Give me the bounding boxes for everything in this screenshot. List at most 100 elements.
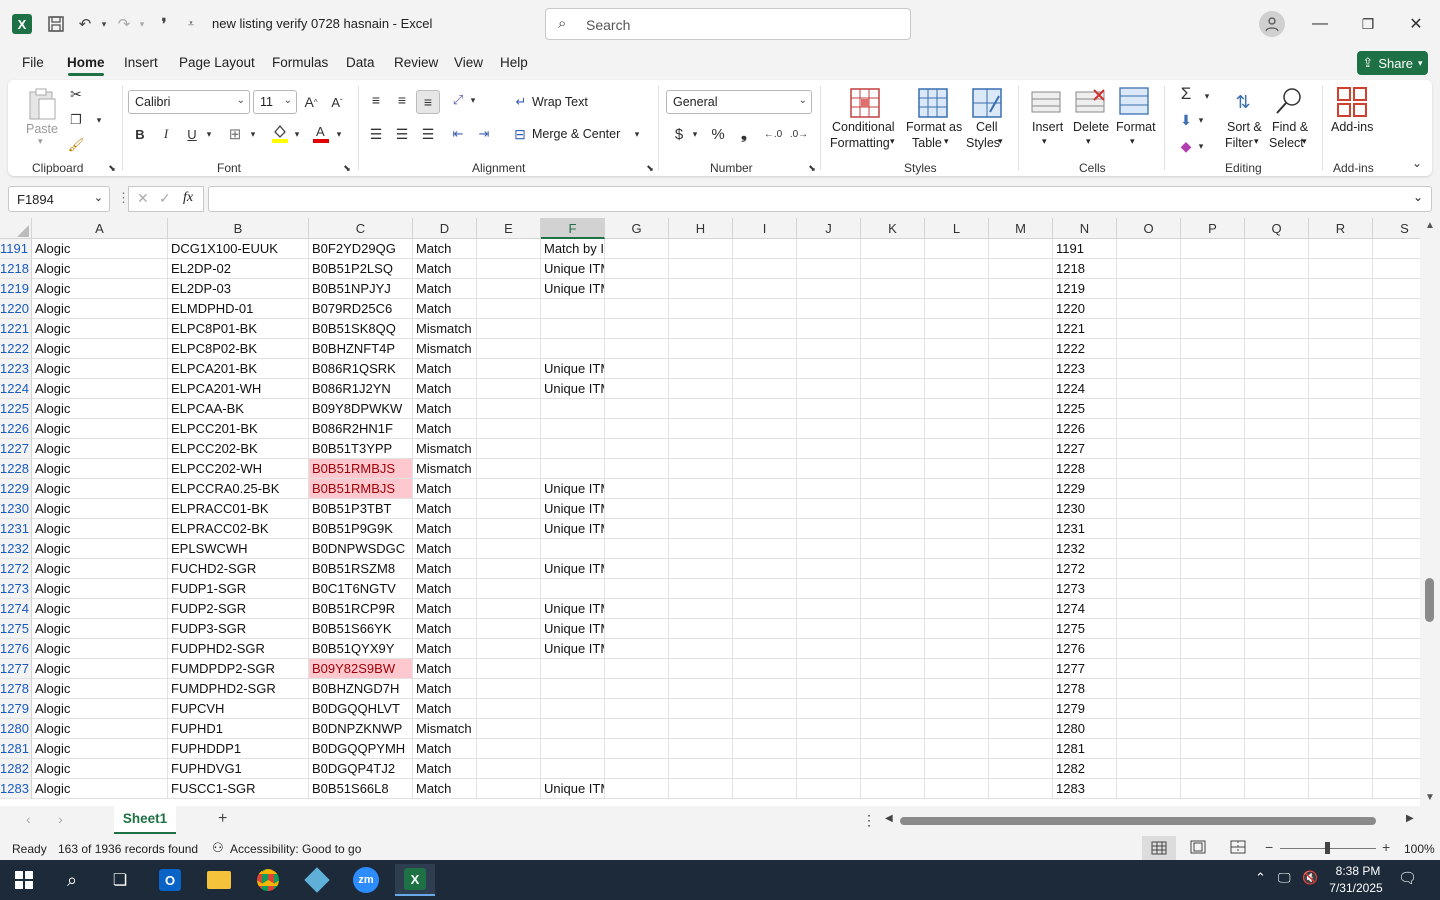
cell-j[interactable] bbox=[797, 519, 861, 539]
accessibility-icon[interactable]: ⚇ bbox=[212, 840, 224, 856]
cell-styles-icon[interactable] bbox=[970, 86, 1004, 120]
enter-icon[interactable]: ✓ bbox=[159, 190, 171, 207]
cell-o[interactable] bbox=[1117, 579, 1181, 599]
cell-n[interactable]: 1232 bbox=[1053, 539, 1117, 559]
cell-g[interactable] bbox=[605, 379, 669, 399]
cell-s[interactable] bbox=[1373, 359, 1420, 379]
cell-f[interactable] bbox=[541, 719, 605, 739]
cell-d[interactable]: Match bbox=[413, 639, 477, 659]
cell-a[interactable]: Alogic bbox=[32, 419, 168, 439]
task-view-icon[interactable]: ❏ bbox=[100, 864, 140, 896]
cell-h[interactable] bbox=[669, 319, 733, 339]
cell-q[interactable] bbox=[1245, 479, 1309, 499]
cell-a[interactable]: Alogic bbox=[32, 259, 168, 279]
cell-j[interactable] bbox=[797, 759, 861, 779]
cell-s[interactable] bbox=[1373, 419, 1420, 439]
cell-h[interactable] bbox=[669, 779, 733, 799]
chevron-down-icon[interactable]: ▾ bbox=[1254, 136, 1259, 147]
cell-a[interactable]: Alogic bbox=[32, 439, 168, 459]
cell-k[interactable] bbox=[861, 599, 925, 619]
cell-m[interactable] bbox=[989, 559, 1053, 579]
cell-d[interactable]: Match bbox=[413, 479, 477, 499]
cell-f[interactable] bbox=[541, 299, 605, 319]
row-header[interactable]: 1281 bbox=[0, 739, 32, 759]
cell-s[interactable] bbox=[1373, 499, 1420, 519]
cell-c[interactable]: B0DGQQHLVT bbox=[309, 699, 413, 719]
column-header-f[interactable]: F bbox=[541, 218, 605, 239]
cell-o[interactable] bbox=[1117, 639, 1181, 659]
delete-cells-icon[interactable] bbox=[1074, 86, 1106, 118]
cell-n[interactable]: 1223 bbox=[1053, 359, 1117, 379]
cell-r[interactable] bbox=[1309, 459, 1373, 479]
cell-i[interactable] bbox=[733, 419, 797, 439]
cell-b[interactable]: ELPCA201-WH bbox=[168, 379, 309, 399]
cell-r[interactable] bbox=[1309, 719, 1373, 739]
cell-c[interactable]: B0B51NPJYJ bbox=[309, 279, 413, 299]
cell-i[interactable] bbox=[733, 439, 797, 459]
column-header-b[interactable]: B bbox=[168, 218, 309, 239]
row-header[interactable]: 1225 bbox=[0, 399, 32, 419]
font-name-select[interactable]: Calibri ⌄ bbox=[128, 90, 250, 114]
cell-m[interactable] bbox=[989, 739, 1053, 759]
cell-c[interactable]: B0BHZNFT4P bbox=[309, 339, 413, 359]
cell-o[interactable] bbox=[1117, 279, 1181, 299]
cell-i[interactable] bbox=[733, 459, 797, 479]
cell-a[interactable]: Alogic bbox=[32, 679, 168, 699]
cell-f[interactable]: Unique ITM bbox=[541, 619, 605, 639]
row-header[interactable]: 1222 bbox=[0, 339, 32, 359]
cell-j[interactable] bbox=[797, 339, 861, 359]
cell-f[interactable]: Unique ITM bbox=[541, 559, 605, 579]
cell-g[interactable] bbox=[605, 519, 669, 539]
cell-a[interactable]: Alogic bbox=[32, 339, 168, 359]
cell-j[interactable] bbox=[797, 439, 861, 459]
cell-r[interactable] bbox=[1309, 619, 1373, 639]
horizontal-scroll-thumb[interactable] bbox=[900, 817, 1376, 825]
column-header-q[interactable]: Q bbox=[1245, 218, 1309, 239]
next-sheet-icon[interactable]: › bbox=[58, 811, 63, 827]
cell-b[interactable]: ELPC8P01-BK bbox=[168, 319, 309, 339]
cell-f[interactable]: Unique ITM bbox=[541, 379, 605, 399]
cell-n[interactable]: 1227 bbox=[1053, 439, 1117, 459]
row-header[interactable]: 1283 bbox=[0, 779, 32, 799]
cell-c[interactable]: B086R2HN1F bbox=[309, 419, 413, 439]
chevron-down-icon[interactable]: ▾ bbox=[998, 136, 1003, 147]
cell-f[interactable]: Unique ITM bbox=[541, 259, 605, 279]
currency-icon[interactable]: $ bbox=[670, 124, 688, 144]
row-header[interactable]: 1218 bbox=[0, 259, 32, 279]
tab-home[interactable]: Home bbox=[67, 55, 105, 70]
cell-a[interactable]: Alogic bbox=[32, 599, 168, 619]
cell-j[interactable] bbox=[797, 699, 861, 719]
cell-p[interactable] bbox=[1181, 499, 1245, 519]
cell-g[interactable] bbox=[605, 559, 669, 579]
cell-f[interactable]: Unique ITM bbox=[541, 599, 605, 619]
cell-o[interactable] bbox=[1117, 659, 1181, 679]
cell-l[interactable] bbox=[925, 259, 989, 279]
restore-button[interactable]: ❐ bbox=[1344, 0, 1392, 48]
cell-h[interactable] bbox=[669, 399, 733, 419]
cell-o[interactable] bbox=[1117, 739, 1181, 759]
cell-c[interactable]: B0B51RMBJS bbox=[309, 459, 413, 479]
number-launcher-icon[interactable]: ⬊ bbox=[806, 162, 818, 174]
sort-filter-label-2[interactable]: Filter bbox=[1225, 136, 1253, 150]
cell-b[interactable]: FUCHD2-SGR bbox=[168, 559, 309, 579]
sort-filter-icon[interactable]: ⇅ bbox=[1226, 86, 1260, 118]
cell-l[interactable] bbox=[925, 299, 989, 319]
cell-d[interactable]: Match bbox=[413, 279, 477, 299]
cell-f[interactable] bbox=[541, 679, 605, 699]
cell-p[interactable] bbox=[1181, 599, 1245, 619]
outlook-app-icon[interactable]: O bbox=[150, 864, 190, 896]
cell-a[interactable]: Alogic bbox=[32, 479, 168, 499]
windows-start-icon[interactable] bbox=[4, 864, 44, 896]
cell-m[interactable] bbox=[989, 319, 1053, 339]
cell-j[interactable] bbox=[797, 319, 861, 339]
row-header[interactable]: 1221 bbox=[0, 319, 32, 339]
customize-toolbar-icon[interactable]: ⩡ bbox=[180, 13, 202, 35]
cell-a[interactable]: Alogic bbox=[32, 279, 168, 299]
cell-n[interactable]: 1276 bbox=[1053, 639, 1117, 659]
cell-p[interactable] bbox=[1181, 339, 1245, 359]
cell-h[interactable] bbox=[669, 339, 733, 359]
cell-b[interactable]: FUDPHD2-SGR bbox=[168, 639, 309, 659]
cell-r[interactable] bbox=[1309, 339, 1373, 359]
delete-cells-label[interactable]: Delete bbox=[1073, 120, 1109, 134]
orientation-icon[interactable]: ⤢ bbox=[448, 90, 468, 110]
